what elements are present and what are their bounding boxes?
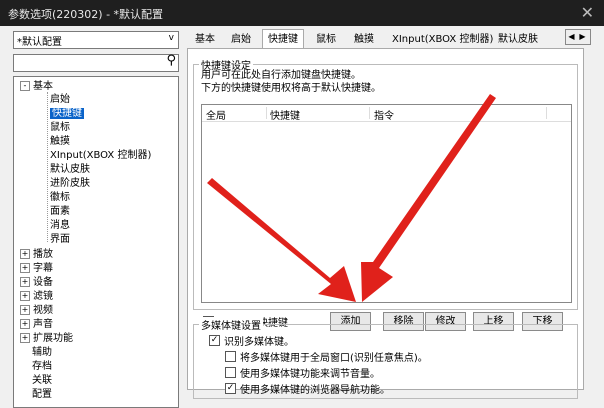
red-arrow-right bbox=[361, 94, 496, 302]
annotation-arrows bbox=[207, 94, 496, 302]
red-arrow-left bbox=[207, 178, 356, 302]
